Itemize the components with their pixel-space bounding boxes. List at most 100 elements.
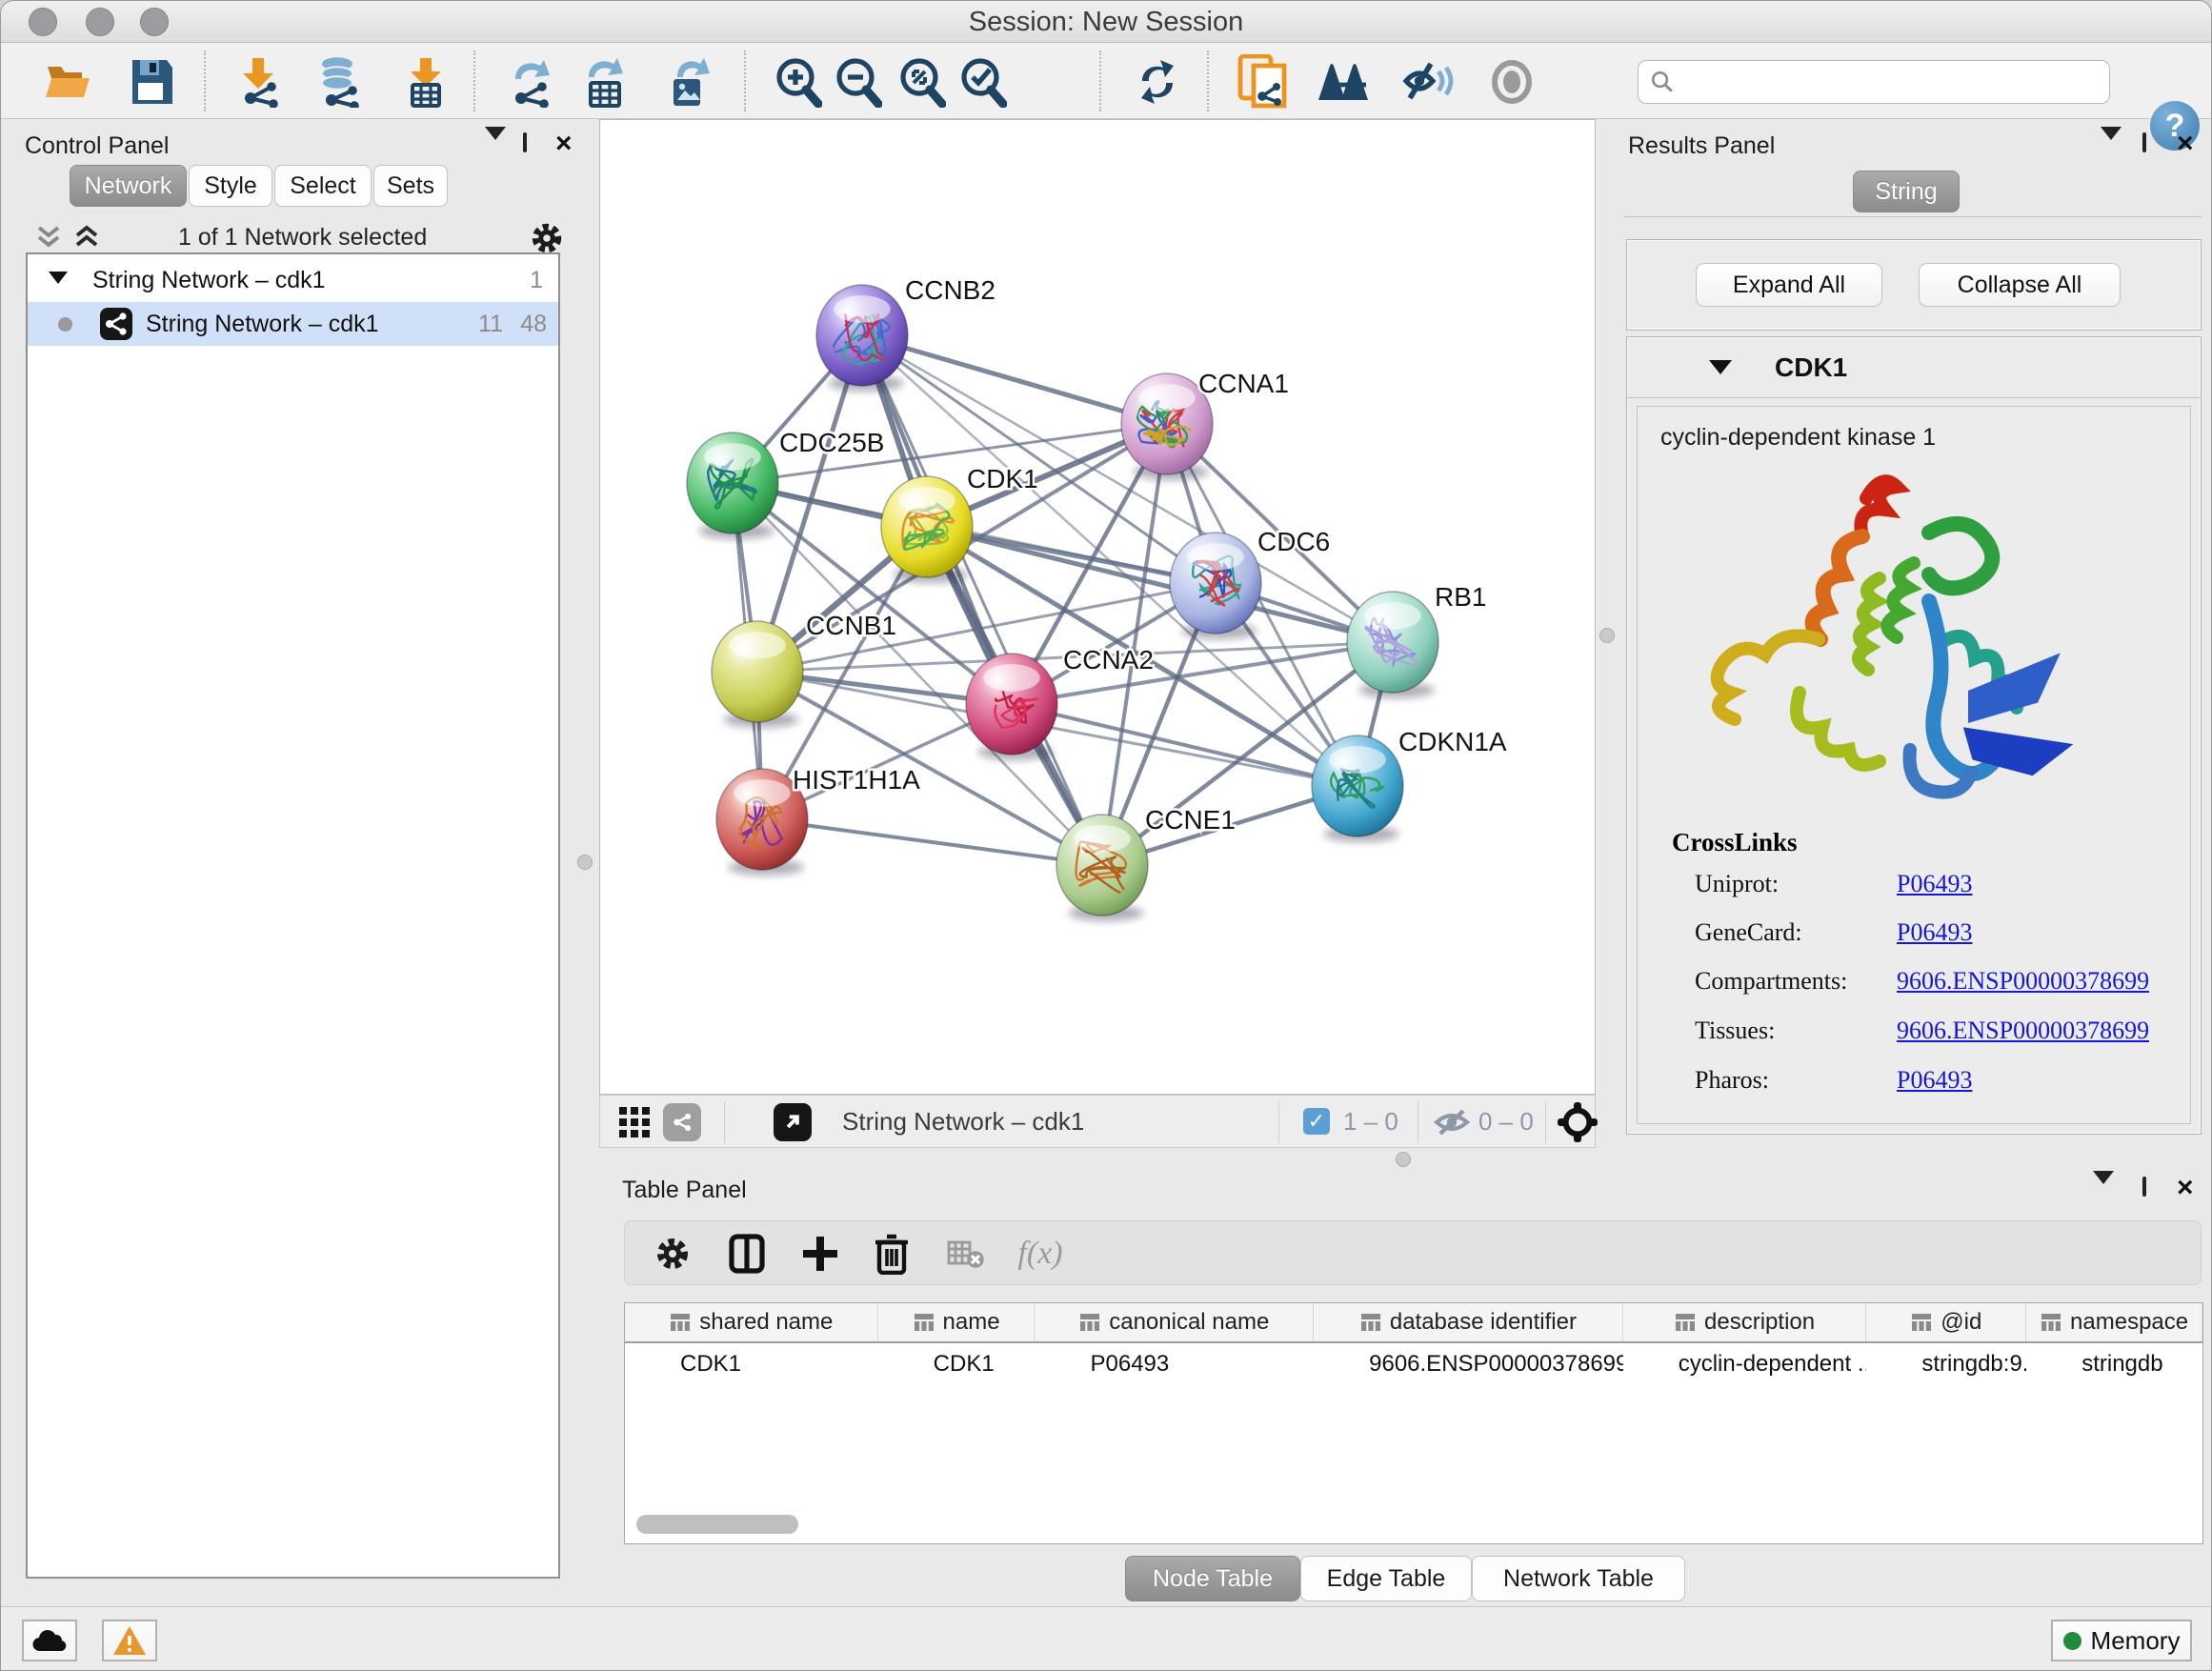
table-cell[interactable]: stringdb	[2026, 1343, 2202, 1385]
table-cell[interactable]: cyclin-dependent ...	[1623, 1343, 1867, 1385]
zoom-selected-icon[interactable]	[954, 54, 1011, 110]
show-columns-icon[interactable]	[720, 1227, 774, 1280]
panel-close-icon[interactable]: ×	[2177, 134, 2194, 153]
node-label: HIST1H1A	[793, 765, 920, 795]
table-cell[interactable]: stringdb:9...	[1866, 1343, 2026, 1385]
zoom-fit-icon[interactable]	[893, 54, 950, 110]
left-splitter-handle[interactable]	[577, 855, 593, 870]
node-label: CDKN1A	[1398, 727, 1507, 756]
crosslink-label: Tissues:	[1695, 1017, 1775, 1045]
search-icon	[1650, 70, 1675, 94]
network-collection-row[interactable]: String Network – cdk1 1	[28, 258, 558, 302]
tab-network-table[interactable]: Network Table	[1472, 1556, 1685, 1601]
tab-sets[interactable]: Sets	[373, 165, 448, 207]
bottom-splitter-handle[interactable]	[1396, 1152, 1411, 1167]
network-row-selected[interactable]: String Network – cdk1 11 48	[28, 302, 558, 346]
memory-button[interactable]: Memory	[2051, 1620, 2192, 1661]
node-table: shared namenamecanonical namedatabase id…	[624, 1302, 2203, 1544]
table-cell[interactable]: CDK1	[625, 1343, 878, 1385]
network-edge[interactable]	[1012, 704, 1357, 786]
table-cell[interactable]: 9606.ENSP00000378699	[1314, 1343, 1623, 1385]
add-column-icon[interactable]	[794, 1227, 847, 1280]
delete-table-icon[interactable]	[939, 1227, 993, 1280]
import-network-file-icon[interactable]	[230, 54, 287, 110]
panel-close-icon[interactable]: ×	[555, 134, 573, 153]
panel-menu-icon[interactable]	[2101, 140, 2122, 157]
right-splitter-handle[interactable]	[1599, 628, 1615, 643]
crosslink-row: Compartments: 9606.ENSP00000378699	[1695, 967, 2152, 1001]
save-session-icon[interactable]	[123, 54, 180, 110]
panel-float-icon[interactable]	[2142, 1178, 2146, 1196]
panel-float-icon[interactable]	[2142, 134, 2146, 151]
table-cell[interactable]: CDK1	[878, 1343, 1036, 1385]
table-row[interactable]: CDK1CDK1P064939606.ENSP00000378699cyclin…	[625, 1343, 2202, 1385]
warnings-button[interactable]	[102, 1620, 157, 1661]
table-cell[interactable]: P06493	[1036, 1343, 1315, 1385]
network-canvas[interactable]: CCNB2CCNA1CDC25BCDK1CDC6RB1CCNB1CCNA2CDK…	[599, 119, 1596, 1095]
open-in-window-icon[interactable]	[774, 1103, 812, 1141]
column-header--id[interactable]: @id	[1866, 1303, 2026, 1341]
crosslink-link[interactable]: 9606.ENSP00000378699	[1897, 1017, 2149, 1045]
tab-node-table[interactable]: Node Table	[1125, 1556, 1300, 1601]
grid-view-icon[interactable]	[617, 1105, 652, 1144]
column-header-namespace[interactable]: namespace	[2026, 1303, 2202, 1341]
tab-network[interactable]: Network	[70, 165, 187, 207]
table-settings-gear-icon[interactable]	[646, 1227, 699, 1280]
table-panel-title: Table Panel	[622, 1177, 747, 1204]
open-file-icon[interactable]	[41, 54, 98, 110]
column-header-description[interactable]: description	[1623, 1303, 1867, 1341]
panel-menu-icon[interactable]	[485, 140, 506, 157]
open-session-clipboard-icon[interactable]	[1234, 54, 1291, 110]
panel-menu-icon[interactable]	[2093, 1184, 2114, 1201]
crosslink-link[interactable]: P06493	[1897, 870, 1972, 898]
column-type-icon	[2040, 1312, 2062, 1333]
export-image-icon[interactable]	[662, 54, 719, 110]
collapse-all-icon[interactable]	[33, 222, 64, 255]
network-edge[interactable]	[762, 819, 1102, 865]
zoom-out-icon[interactable]	[829, 54, 886, 110]
import-network-database-icon[interactable]	[311, 54, 368, 110]
delete-column-trash-icon[interactable]	[865, 1227, 918, 1280]
panel-float-icon[interactable]	[523, 134, 527, 151]
birdseye-toggle-icon[interactable]	[1557, 1101, 1599, 1148]
column-header-name[interactable]: name	[878, 1303, 1036, 1341]
node-label: CCNA1	[1198, 369, 1289, 398]
birdseye-view-icon[interactable]	[1315, 54, 1372, 110]
crosslink-link[interactable]: P06493	[1897, 918, 1972, 947]
column-header-database-identifier[interactable]: database identifier	[1314, 1303, 1623, 1341]
refresh-icon[interactable]	[1129, 54, 1186, 110]
tab-style[interactable]: Style	[189, 165, 272, 207]
function-builder-icon[interactable]: f(x)	[1014, 1227, 1067, 1280]
panel-close-icon[interactable]: ×	[2177, 1178, 2194, 1198]
hide-selected-icon[interactable]	[1400, 54, 1458, 110]
gene-section-header[interactable]: CDK1	[1627, 337, 2201, 398]
collection-expand-icon[interactable]	[49, 272, 68, 284]
selected-checkbox-icon[interactable]: ✓	[1303, 1108, 1330, 1135]
tab-string[interactable]: String	[1853, 171, 1960, 212]
tab-edge-table[interactable]: Edge Table	[1300, 1556, 1472, 1601]
network-edge[interactable]	[862, 335, 1167, 424]
expand-all-icon[interactable]	[71, 222, 102, 255]
show-graphics-details-icon[interactable]	[1484, 54, 1541, 110]
horizontal-scrollbar[interactable]	[636, 1515, 798, 1534]
hidden-eye-icon[interactable]	[1433, 1107, 1471, 1142]
export-table-icon[interactable]	[577, 54, 634, 110]
network-graph[interactable]: CCNB2CCNA1CDC25BCDK1CDC6RB1CCNB1CCNA2CDK…	[600, 120, 1597, 1096]
expand-all-button[interactable]: Expand All	[1696, 263, 1882, 307]
export-network-icon[interactable]	[504, 54, 561, 110]
collapse-all-button[interactable]: Collapse All	[1919, 263, 2121, 307]
gene-collapse-icon[interactable]	[1709, 360, 1732, 374]
warning-icon	[111, 1624, 148, 1657]
zoom-in-icon[interactable]	[769, 54, 826, 110]
tab-select[interactable]: Select	[274, 165, 372, 207]
memory-status-dot	[2063, 1632, 2081, 1650]
import-table-file-icon[interactable]	[397, 54, 454, 110]
network-share-icon[interactable]	[663, 1103, 701, 1141]
crosslink-link[interactable]: P06493	[1897, 1066, 1972, 1095]
crosslink-link[interactable]: 9606.ENSP00000378699	[1897, 967, 2149, 996]
column-header-shared-name[interactable]: shared name	[625, 1303, 878, 1341]
network-tree: String Network – cdk1 1 String Network –…	[26, 252, 560, 1579]
column-header-canonical-name[interactable]: canonical name	[1035, 1303, 1314, 1341]
cloud-button[interactable]	[22, 1620, 77, 1661]
search-input[interactable]	[1682, 69, 2092, 95]
